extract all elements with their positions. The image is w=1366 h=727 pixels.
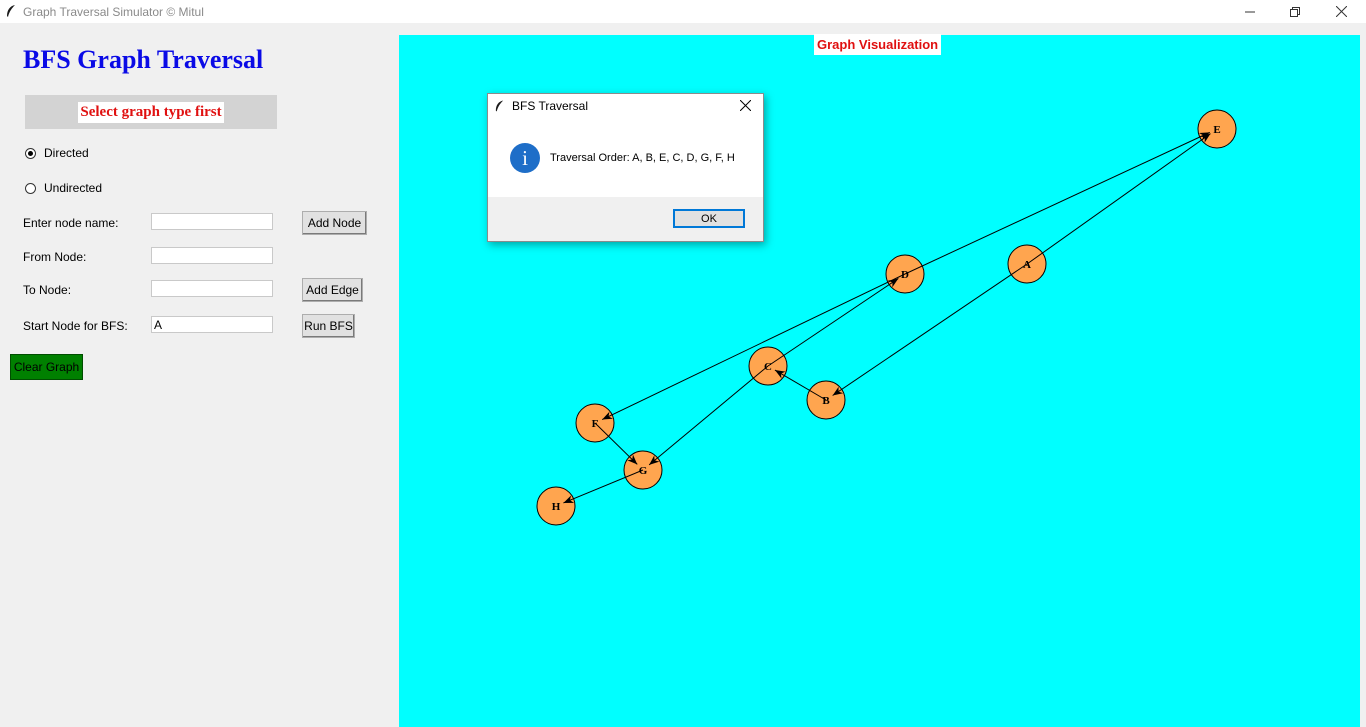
status-panel: Select graph type first [25, 95, 277, 129]
radio-directed-label: Directed [44, 146, 89, 160]
feather-icon [495, 100, 504, 112]
radio-undirected[interactable]: Undirected [25, 181, 102, 195]
to-node-label: To Node: [23, 283, 72, 297]
edge-D-F [601, 273, 906, 420]
node-label-B: B [822, 395, 830, 407]
node-H[interactable]: H [536, 486, 576, 526]
window-titlebar: Graph Traversal Simulator © Mitul [0, 0, 1366, 23]
info-icon-glyph: i [522, 145, 528, 170]
radio-undirected-label: Undirected [44, 181, 103, 195]
dialog-titlebar: BFS Traversal [488, 94, 763, 119]
edge-C-D [767, 278, 899, 367]
edge-A-B [832, 263, 1028, 396]
radio-directed-indicator[interactable] [25, 147, 36, 159]
add-node-button[interactable]: Add Node [302, 211, 367, 235]
add-edge-button[interactable]: Add Edge [302, 278, 363, 302]
node-label-C: C [764, 361, 772, 373]
node-label-E: E [1213, 124, 1220, 136]
minimize-icon [1245, 11, 1255, 12]
node-label-A: A [1023, 259, 1031, 271]
node-label-F: F [592, 418, 599, 430]
info-icon: i [510, 143, 540, 173]
dialog-message: Traversal Order: A, B, E, C, D, G, F, H [550, 152, 735, 164]
restore-button[interactable] [1272, 0, 1318, 23]
from-node-label: From Node: [23, 250, 87, 264]
close-icon [1335, 6, 1347, 17]
edge-D-E [904, 131, 1210, 275]
from-node-input[interactable] [151, 247, 273, 264]
dialog-ok-button[interactable]: OK [673, 209, 745, 228]
close-button[interactable] [1318, 0, 1364, 23]
radio-undirected-indicator[interactable] [25, 182, 36, 194]
status-message: Select graph type first [78, 101, 224, 123]
bfs-result-dialog: BFS Traversal i Traversal Order: A, B, E… [487, 93, 764, 242]
app-heading: BFS Graph Traversal [23, 45, 264, 74]
restore-icon [1290, 6, 1300, 17]
clear-graph-button[interactable]: Clear Graph [10, 354, 83, 380]
node-label-H: H [552, 501, 561, 513]
start-node-label: Start Node for BFS: [23, 319, 128, 333]
minimize-button[interactable] [1227, 0, 1273, 23]
canvas-title: Graph Visualization [814, 34, 942, 55]
edge-C-G [648, 365, 769, 466]
start-node-input[interactable]: A [151, 316, 273, 333]
radio-directed[interactable]: Directed [25, 146, 89, 160]
window-title: Graph Traversal Simulator © Mitul [23, 5, 204, 19]
node-name-label: Enter node name: [23, 216, 119, 230]
edge-A-E [1026, 133, 1211, 265]
dialog-close-icon[interactable] [740, 100, 751, 111]
dialog-title: BFS Traversal [512, 99, 589, 113]
run-bfs-button[interactable]: Run BFS [302, 314, 355, 338]
node-E[interactable]: E [1197, 109, 1237, 149]
to-node-input[interactable] [151, 280, 273, 297]
feather-icon [7, 5, 15, 17]
edge-G-H [563, 469, 644, 504]
edge-F-G [594, 422, 638, 465]
node-name-input[interactable] [151, 213, 273, 230]
